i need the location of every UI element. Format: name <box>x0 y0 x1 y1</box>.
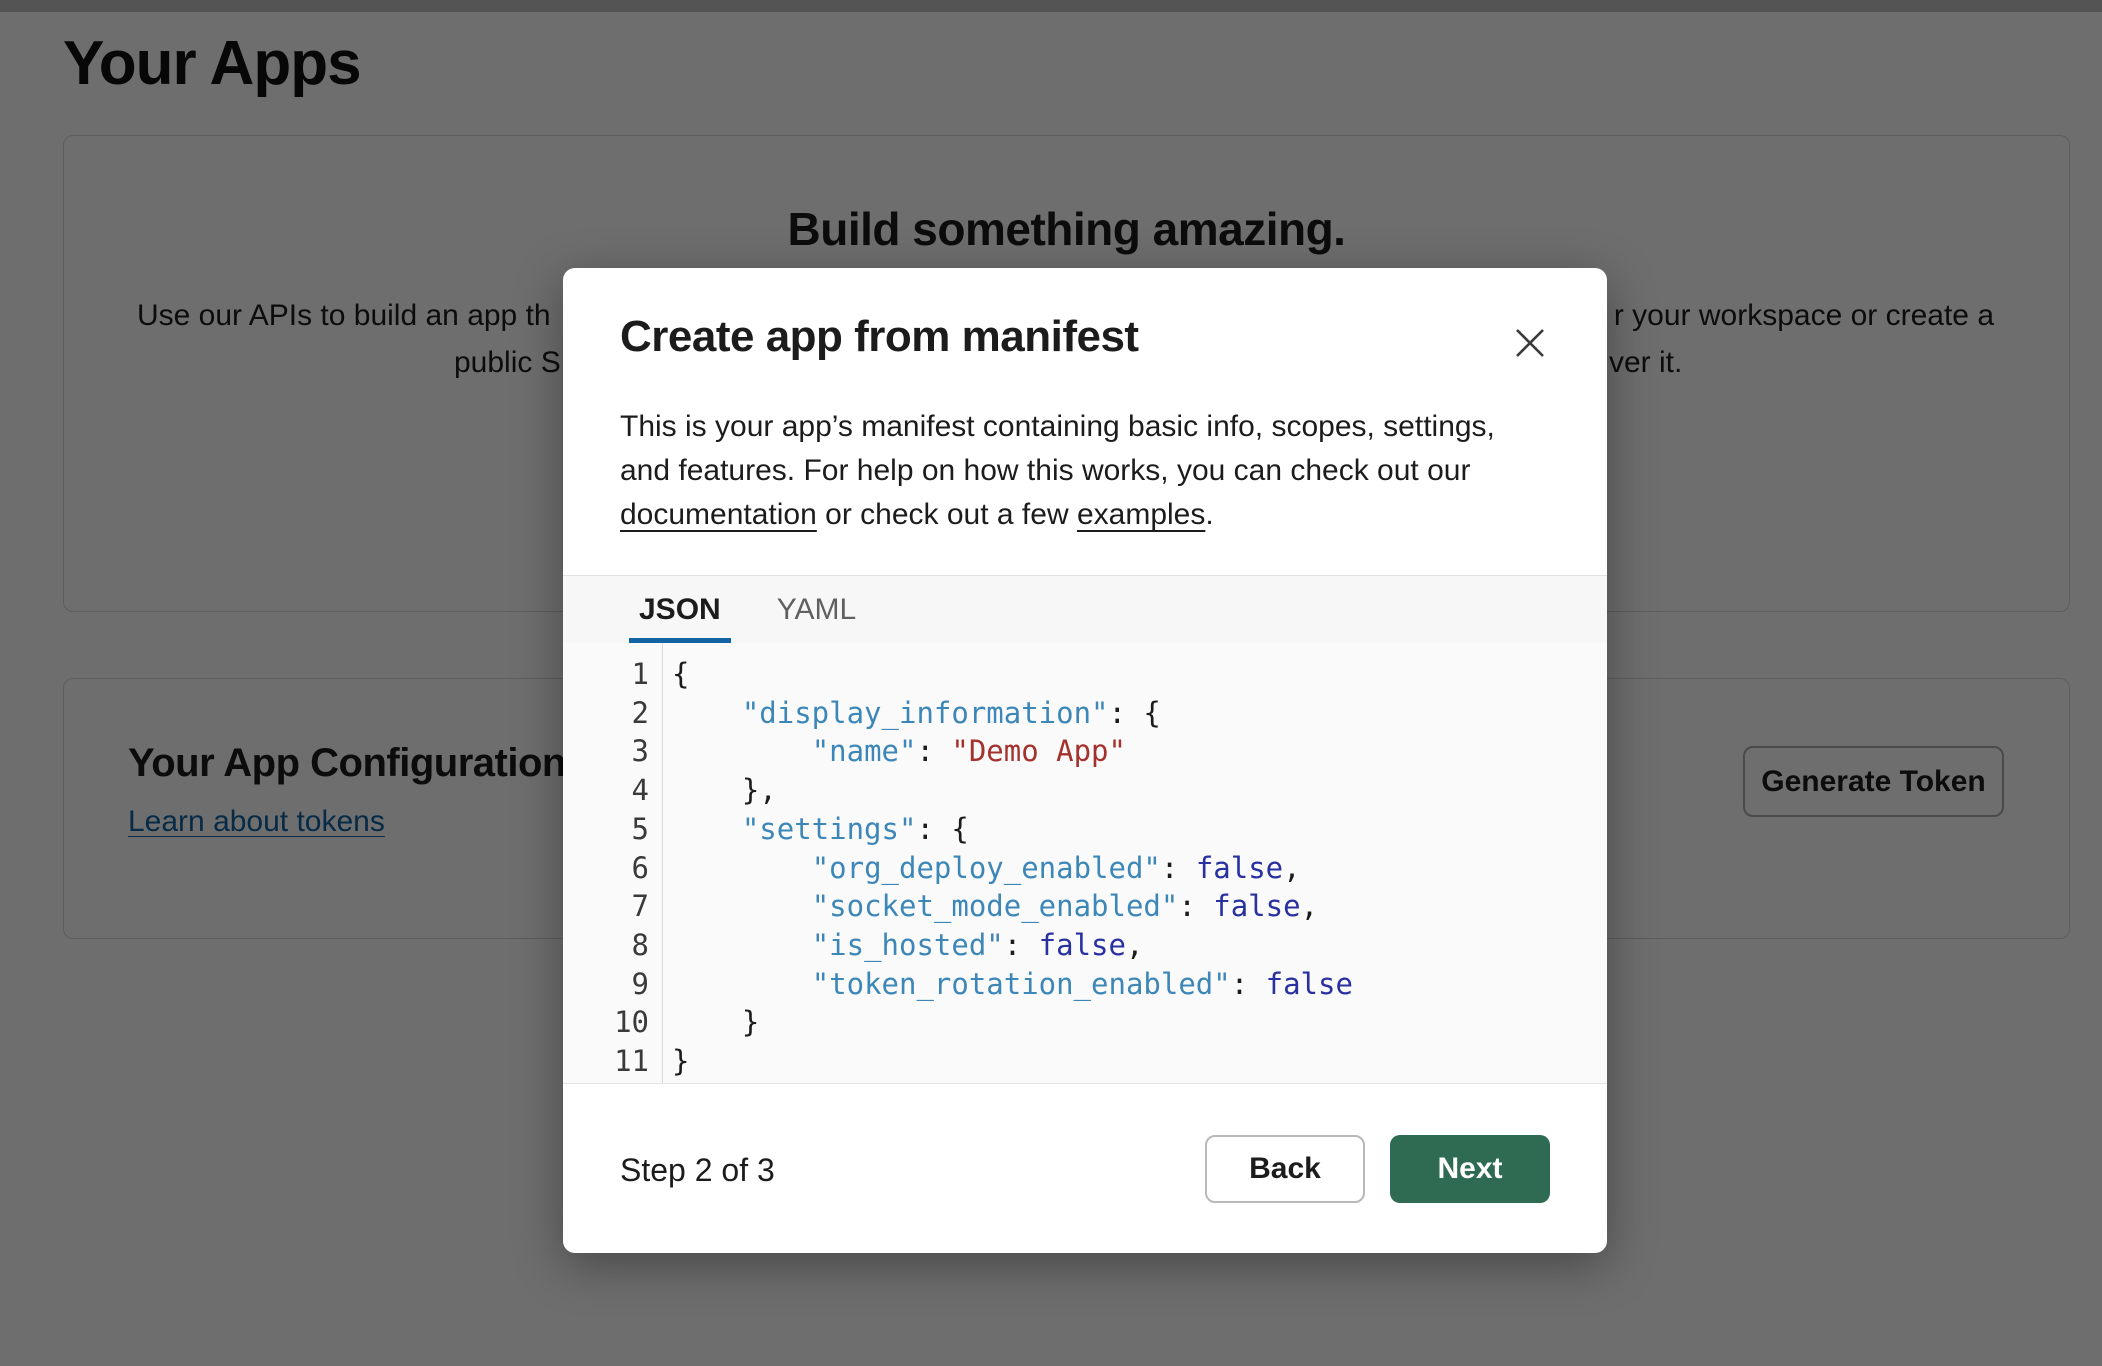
modal-description: This is your app’s manifest containing b… <box>620 405 1536 537</box>
manifest-format-tabbar: JSON YAML <box>563 575 1607 643</box>
step-indicator: Step 2 of 3 <box>620 1152 775 1189</box>
description-text: or check out a few <box>817 498 1077 531</box>
tab-json[interactable]: JSON <box>629 576 731 643</box>
editor-line-numbers: 1234567891011 <box>563 643 663 1083</box>
description-text: This is your app’s manifest containing b… <box>620 410 1495 487</box>
editor-code-lines: { "display_information": { "name": "Demo… <box>663 643 1353 1083</box>
tab-yaml[interactable]: YAML <box>767 576 866 643</box>
back-button[interactable]: Back <box>1205 1135 1365 1203</box>
next-button[interactable]: Next <box>1390 1135 1550 1203</box>
close-button[interactable] <box>1501 314 1559 372</box>
tab-json-label: JSON <box>639 593 721 627</box>
modal-title: Create app from manifest <box>620 312 1139 362</box>
examples-link[interactable]: examples <box>1077 498 1205 531</box>
manifest-code-editor[interactable]: 1234567891011 { "display_information": {… <box>563 643 1607 1084</box>
close-icon <box>1513 326 1547 360</box>
documentation-link[interactable]: documentation <box>620 498 817 531</box>
tab-yaml-label: YAML <box>777 593 856 627</box>
description-text: . <box>1205 498 1213 531</box>
page: Your Apps Build something amazing. Use o… <box>0 0 2102 1366</box>
create-app-from-manifest-modal: Create app from manifest This is your ap… <box>563 268 1607 1253</box>
